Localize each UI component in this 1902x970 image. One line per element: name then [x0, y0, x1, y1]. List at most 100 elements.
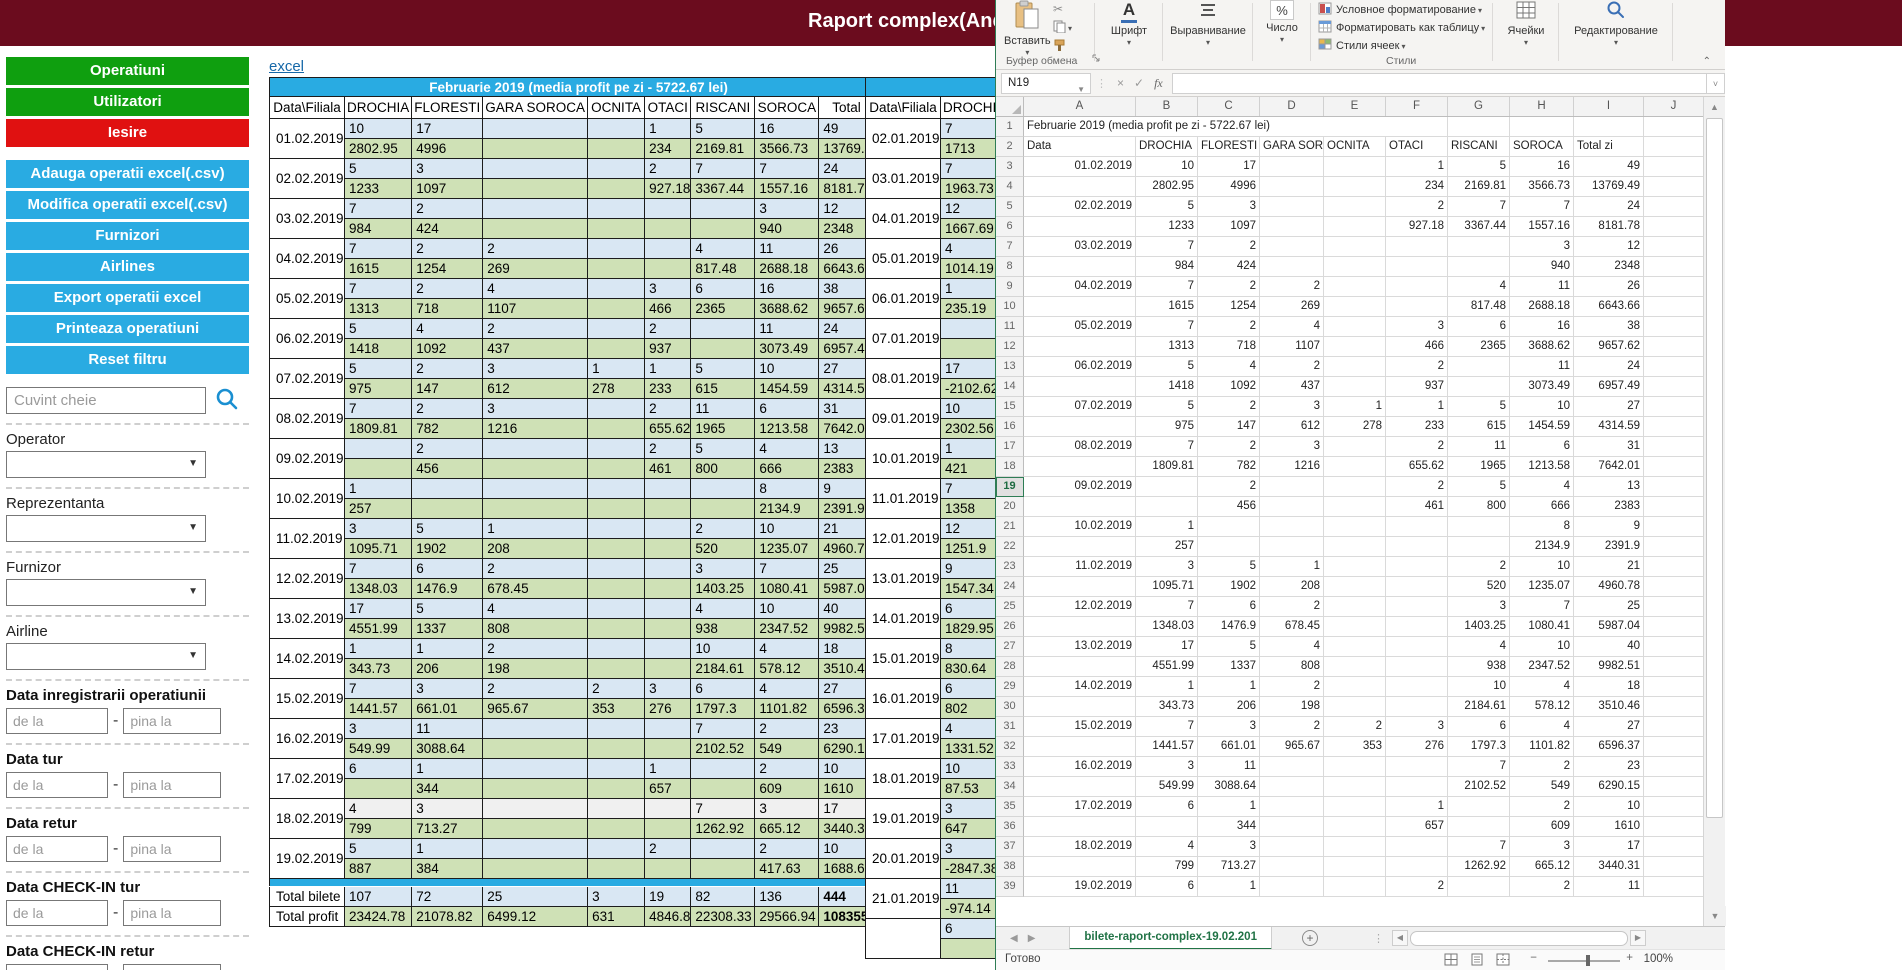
cell[interactable]: [1324, 337, 1386, 357]
cell[interactable]: 1216: [1260, 457, 1324, 477]
cell[interactable]: [1324, 437, 1386, 457]
cell[interactable]: 1902: [1198, 577, 1260, 597]
cell[interactable]: 2: [1198, 237, 1260, 257]
cell[interactable]: [1448, 237, 1510, 257]
cell[interactable]: [1324, 257, 1386, 277]
cells-button[interactable]: Ячейки▾: [1498, 0, 1554, 47]
cell[interactable]: 7: [1136, 437, 1198, 457]
cell[interactable]: 655.62: [1386, 457, 1448, 477]
row-header-39[interactable]: 39: [996, 877, 1024, 897]
cell[interactable]: 40: [1574, 637, 1644, 657]
name-box-dropdown-icon[interactable]: ▼: [1077, 80, 1085, 99]
cell[interactable]: [1324, 357, 1386, 377]
cell[interactable]: 07.02.2019: [1024, 397, 1136, 417]
cell[interactable]: 31: [1574, 437, 1644, 457]
name-box[interactable]: N19 ▼: [1001, 73, 1091, 94]
cell[interactable]: 7: [1510, 197, 1574, 217]
excel-link[interactable]: excel: [269, 58, 304, 75]
cell[interactable]: 2: [1198, 437, 1260, 457]
zoom-in-icon[interactable]: +: [1626, 952, 1633, 964]
cell[interactable]: 799: [1136, 857, 1198, 877]
cell[interactable]: 16: [1510, 157, 1574, 177]
row-header-26[interactable]: 26: [996, 617, 1024, 637]
cell[interactable]: 466: [1386, 337, 1448, 357]
cell[interactable]: [1324, 577, 1386, 597]
add-sheet-icon[interactable]: +: [1302, 930, 1318, 946]
format-as-table-button[interactable]: Форматировать как таблицу▾: [1318, 19, 1485, 37]
cell[interactable]: 2: [1198, 477, 1260, 497]
reprezentanta-select[interactable]: ▼: [6, 515, 206, 542]
row-header-12[interactable]: 12: [996, 337, 1024, 357]
cut-button[interactable]: ✂: [1053, 1, 1072, 17]
cell-header[interactable]: OCNITA: [1324, 137, 1386, 157]
cell[interactable]: [1324, 217, 1386, 237]
cell[interactable]: [1386, 117, 1448, 137]
cell[interactable]: 6: [1198, 597, 1260, 617]
format-painter-button[interactable]: [1053, 39, 1072, 55]
data-check-in-retur-to-input[interactable]: [123, 964, 221, 970]
cell[interactable]: 2134.9: [1510, 537, 1574, 557]
vertical-scrollbar-thumb[interactable]: [1706, 118, 1723, 818]
row-header-19[interactable]: 19: [996, 477, 1024, 497]
cell[interactable]: 3367.44: [1448, 217, 1510, 237]
cell[interactable]: 11: [1448, 437, 1510, 457]
font-button[interactable]: А Шрифт▾: [1100, 0, 1158, 47]
cell[interactable]: 6957.49: [1574, 377, 1644, 397]
cell[interactable]: 3: [1198, 837, 1260, 857]
cell[interactable]: [1260, 257, 1324, 277]
cell[interactable]: 7: [1136, 597, 1198, 617]
cell[interactable]: 2: [1260, 277, 1324, 297]
row-header-27[interactable]: 27: [996, 637, 1024, 657]
cell[interactable]: 817.48: [1448, 297, 1510, 317]
row-header-8[interactable]: 8: [996, 257, 1024, 277]
cell[interactable]: [1644, 577, 1704, 597]
cell[interactable]: 6643.66: [1574, 297, 1644, 317]
paste-button[interactable]: Вставить▾: [1004, 0, 1051, 57]
cell[interactable]: 11: [1198, 757, 1260, 777]
cell[interactable]: [1644, 877, 1704, 897]
cell[interactable]: 02.02.2019: [1024, 197, 1136, 217]
column-header-f[interactable]: F: [1386, 97, 1448, 116]
cell[interactable]: [1324, 817, 1386, 837]
tab-bar-splitter[interactable]: ⋮: [1373, 932, 1384, 945]
cell[interactable]: 665.12: [1510, 857, 1574, 877]
cell[interactable]: 343.73: [1136, 697, 1198, 717]
cell[interactable]: 14.02.2019: [1024, 677, 1136, 697]
column-header-c[interactable]: C: [1198, 97, 1260, 116]
cell[interactable]: 1403.25: [1448, 617, 1510, 637]
cell[interactable]: 7642.01: [1574, 457, 1644, 477]
cell[interactable]: [1644, 837, 1704, 857]
cell[interactable]: 8181.78: [1574, 217, 1644, 237]
cell[interactable]: [1386, 637, 1448, 657]
cell[interactable]: [1024, 737, 1136, 757]
cell[interactable]: 7: [1448, 837, 1510, 857]
sheet-nav-left-icon[interactable]: ◀: [1010, 933, 1018, 944]
cell[interactable]: 6: [1136, 797, 1198, 817]
sidebar-button-operatiuni[interactable]: Operatiuni: [6, 57, 249, 85]
cell[interactable]: 2688.18: [1510, 297, 1574, 317]
normal-view-icon[interactable]: [1444, 953, 1458, 966]
data-inregistrarii-operatiunii-from-input[interactable]: [6, 708, 108, 734]
row-header-31[interactable]: 31: [996, 717, 1024, 737]
cell[interactable]: 1615: [1136, 297, 1198, 317]
cell[interactable]: 3: [1260, 397, 1324, 417]
data-tur-from-input[interactable]: [6, 772, 108, 798]
cell[interactable]: 6290.15: [1574, 777, 1644, 797]
cell[interactable]: 9: [1574, 517, 1644, 537]
cell[interactable]: 1797.3: [1448, 737, 1510, 757]
cell[interactable]: 18: [1574, 677, 1644, 697]
cell[interactable]: 2: [1386, 197, 1448, 217]
cell[interactable]: 3440.31: [1574, 857, 1644, 877]
operator-select[interactable]: ▼: [6, 451, 206, 478]
cell-header[interactable]: SOROCA: [1510, 137, 1574, 157]
cell-header[interactable]: FLORESTI: [1198, 137, 1260, 157]
cell[interactable]: [1260, 477, 1324, 497]
cell[interactable]: [1024, 617, 1136, 637]
cell[interactable]: [1644, 397, 1704, 417]
cell[interactable]: 1: [1198, 877, 1260, 897]
cell[interactable]: [1644, 337, 1704, 357]
cell[interactable]: 609: [1510, 817, 1574, 837]
horizontal-scrollbar-thumb[interactable]: [1410, 931, 1628, 946]
cell[interactable]: [1324, 317, 1386, 337]
cell[interactable]: 1: [1386, 797, 1448, 817]
